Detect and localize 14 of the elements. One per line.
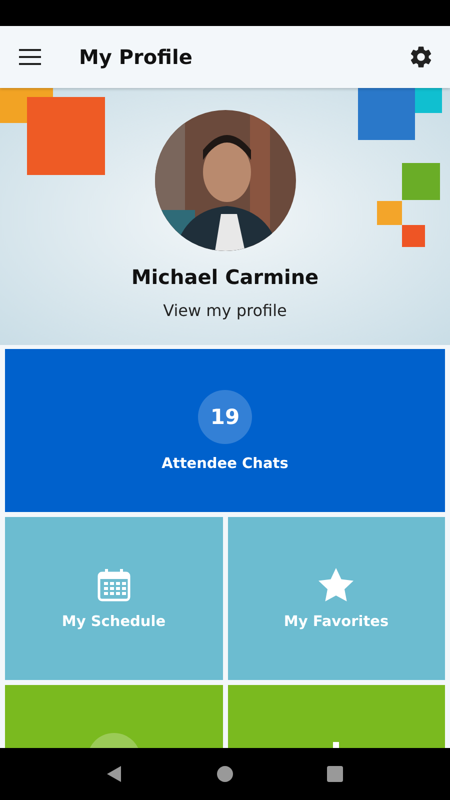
tile-label: My Favorites	[284, 614, 389, 630]
user-name: Michael Carmine	[131, 265, 319, 289]
tile-label: My Schedule	[62, 614, 166, 630]
count-badge: 19	[198, 390, 252, 444]
recents-icon[interactable]	[325, 764, 345, 784]
menu-tile[interactable]: 19 Attendee Chats	[5, 349, 445, 512]
star-icon	[318, 568, 354, 602]
tile-label: Attendee Chats	[162, 456, 288, 472]
calendar-icon	[96, 568, 131, 602]
settings-icon[interactable]	[408, 44, 434, 70]
screen-title: My Profile	[79, 45, 194, 69]
home-icon[interactable]	[215, 764, 235, 784]
view-profile-link[interactable]: View my profile	[163, 301, 287, 320]
menu-icon[interactable]	[19, 49, 41, 65]
